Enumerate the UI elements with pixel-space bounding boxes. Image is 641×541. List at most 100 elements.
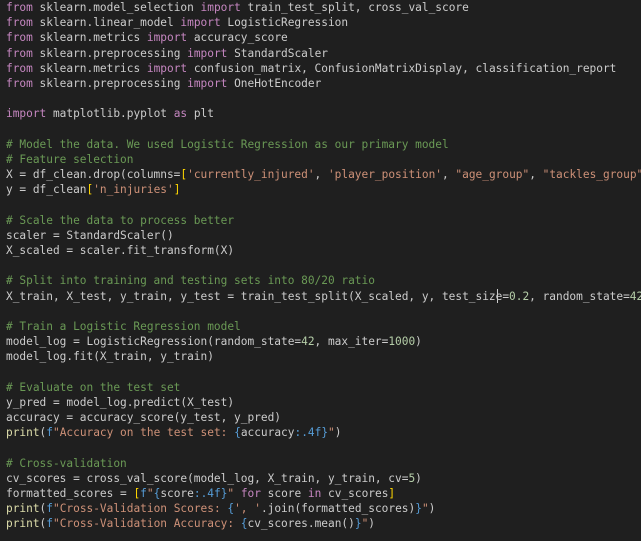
code-area[interactable]: from sklearn.model_selection import trai… (6, 0, 641, 532)
code-line[interactable]: cv_scores = cross_val_score(model_log, X… (6, 471, 641, 486)
code-line[interactable] (6, 258, 641, 273)
code-token: confusion_matrix, ConfusionMatrixDisplay… (187, 61, 617, 75)
code-token: sklearn.preprocessing (32, 46, 188, 60)
code-line[interactable]: # Scale the data to process better (6, 213, 641, 228)
code-token: :.4f} (294, 426, 329, 440)
code-token: cv_scores.mean() (247, 517, 355, 531)
code-token: ) (428, 502, 436, 516)
code-line[interactable]: from sklearn.metrics import accuracy_sco… (6, 30, 641, 45)
code-token: } (415, 502, 422, 516)
code-line[interactable]: formatted_scores = [f"{score:.4f}" for s… (6, 486, 641, 501)
code-line[interactable]: from sklearn.preprocessing import OneHot… (6, 76, 641, 91)
code-token: # Evaluate on the test set (6, 380, 181, 394)
code-token: 0.2 (509, 289, 530, 303)
code-token: ) (334, 426, 342, 440)
code-token: model_log.fit(X_train, y_train) (6, 350, 214, 364)
code-token: # Scale the data to process better (6, 213, 235, 227)
code-line[interactable] (6, 304, 641, 319)
code-token: score (160, 487, 194, 500)
code-token: , max_iter= (314, 335, 389, 349)
code-line[interactable]: X_scaled = scaler.fit_transform(X) (6, 243, 641, 258)
code-line[interactable]: # Split into training and testing sets i… (6, 273, 641, 288)
code-token: accuracy_score (187, 31, 288, 45)
code-token: ', ' (234, 502, 261, 516)
code-token: } (354, 517, 362, 531)
code-token: y_pred = model_log.predict(X_test) (6, 395, 235, 409)
code-line[interactable]: scaler = StandardScaler() (6, 228, 641, 243)
code-token: accuracy (240, 426, 295, 440)
code-line[interactable]: from sklearn.model_selection import trai… (6, 0, 641, 15)
code-token: from (6, 16, 33, 30)
code-token: X_scaled = scaler.fit_transform(X) (6, 244, 235, 257)
code-line[interactable] (6, 197, 641, 212)
code-token: scaler = StandardScaler() (6, 228, 174, 242)
code-line[interactable]: y_pred = model_log.predict(X_test) (6, 395, 641, 410)
code-token: import (6, 107, 47, 121)
code-token: cv_scores = cross_val_score(model_log, X… (6, 471, 409, 485)
code-token: sklearn.model_selection (32, 1, 201, 14)
code-token: sklearn.preprocessing (32, 76, 188, 90)
code-token: import (187, 76, 228, 90)
code-line[interactable] (6, 122, 641, 137)
code-editor[interactable]: from sklearn.model_selection import trai… (0, 0, 641, 541)
code-token: 42 (629, 289, 641, 303)
code-token: f (46, 426, 53, 440)
code-token: ) (415, 471, 422, 485)
code-line[interactable]: X_train, X_test, y_train, y_test = train… (6, 289, 641, 304)
code-token: .join(formatted_scores) (260, 502, 416, 516)
code-line[interactable]: X = df_clean.drop(columns=['currently_in… (6, 167, 641, 182)
code-line[interactable]: print(f"Cross-Validation Accuracy: {cv_s… (6, 516, 641, 531)
code-token: train_test_split, cross_val_score (240, 1, 469, 14)
code-token: X = df_clean.drop(columns= (6, 168, 181, 182)
code-line[interactable]: print(f"Accuracy on the test set: {accur… (6, 425, 641, 440)
code-line[interactable]: y = df_clean['n_injuries'] (6, 182, 641, 197)
code-line[interactable] (6, 365, 641, 380)
code-token: X_train, X_test, y_train, y_test = train… (6, 289, 510, 303)
code-line[interactable]: from sklearn.preprocessing import Standa… (6, 46, 641, 61)
code-line[interactable]: # Feature selection (6, 152, 641, 167)
code-line[interactable]: # Train a Logistic Regression model (6, 319, 641, 334)
code-token: 42 (301, 335, 315, 349)
code-line[interactable]: model_log = LogisticRegression(random_st… (6, 334, 641, 349)
code-line[interactable] (6, 91, 641, 106)
code-token: score (260, 487, 308, 500)
code-line[interactable]: import matplotlib.pyplot as plt (6, 106, 641, 121)
code-token: # Model the data. We used Logistic Regre… (6, 137, 449, 151)
code-token: 'n_injuries' (93, 183, 174, 197)
code-token: , random_state= (529, 289, 630, 303)
code-line[interactable]: print(f"Cross-Validation Scores: {', '.j… (6, 501, 641, 516)
code-token: import (200, 1, 241, 14)
code-token: print (6, 426, 40, 440)
code-token: # Cross-validation (6, 456, 127, 470)
code-token: # Train a Logistic Regression model (6, 319, 241, 333)
code-token: , (314, 168, 328, 182)
code-token: 1000 (388, 335, 416, 349)
code-token: accuracy = accuracy_score(y_test, y_pred… (6, 411, 281, 425)
code-line[interactable]: from sklearn.linear_model import Logisti… (6, 15, 641, 30)
code-token: print (6, 517, 40, 531)
code-token: # Split into training and testing sets i… (6, 274, 375, 288)
code-line[interactable]: # Cross-validation (6, 456, 641, 471)
code-token: f (46, 502, 53, 516)
code-line[interactable]: from sklearn.metrics import confusion_ma… (6, 61, 641, 76)
code-token: from (6, 1, 33, 14)
code-token: "Cross-Validation Accuracy: (52, 517, 241, 531)
code-token: from (6, 76, 33, 90)
code-token: "Accuracy on the test set: (52, 426, 235, 440)
code-token: , (442, 168, 456, 182)
code-token: StandardScaler (227, 46, 328, 60)
code-token: from (6, 46, 33, 60)
code-token: sklearn.linear_model (32, 16, 181, 30)
code-token: as (173, 107, 188, 121)
code-line[interactable]: # Model the data. We used Logistic Regre… (6, 137, 641, 152)
code-token: " (146, 487, 154, 500)
code-line[interactable]: # Evaluate on the test set (6, 380, 641, 395)
code-token: :.4f} (193, 487, 228, 500)
code-line[interactable]: model_log.fit(X_train, y_train) (6, 349, 641, 364)
code-token: ) (415, 335, 422, 349)
code-token: import (180, 16, 221, 30)
code-token: model_log = LogisticRegression(random_st… (6, 335, 302, 349)
code-line[interactable]: accuracy = accuracy_score(y_test, y_pred… (6, 410, 641, 425)
code-line[interactable] (6, 440, 641, 455)
code-token: matplotlib.pyplot (46, 107, 174, 121)
